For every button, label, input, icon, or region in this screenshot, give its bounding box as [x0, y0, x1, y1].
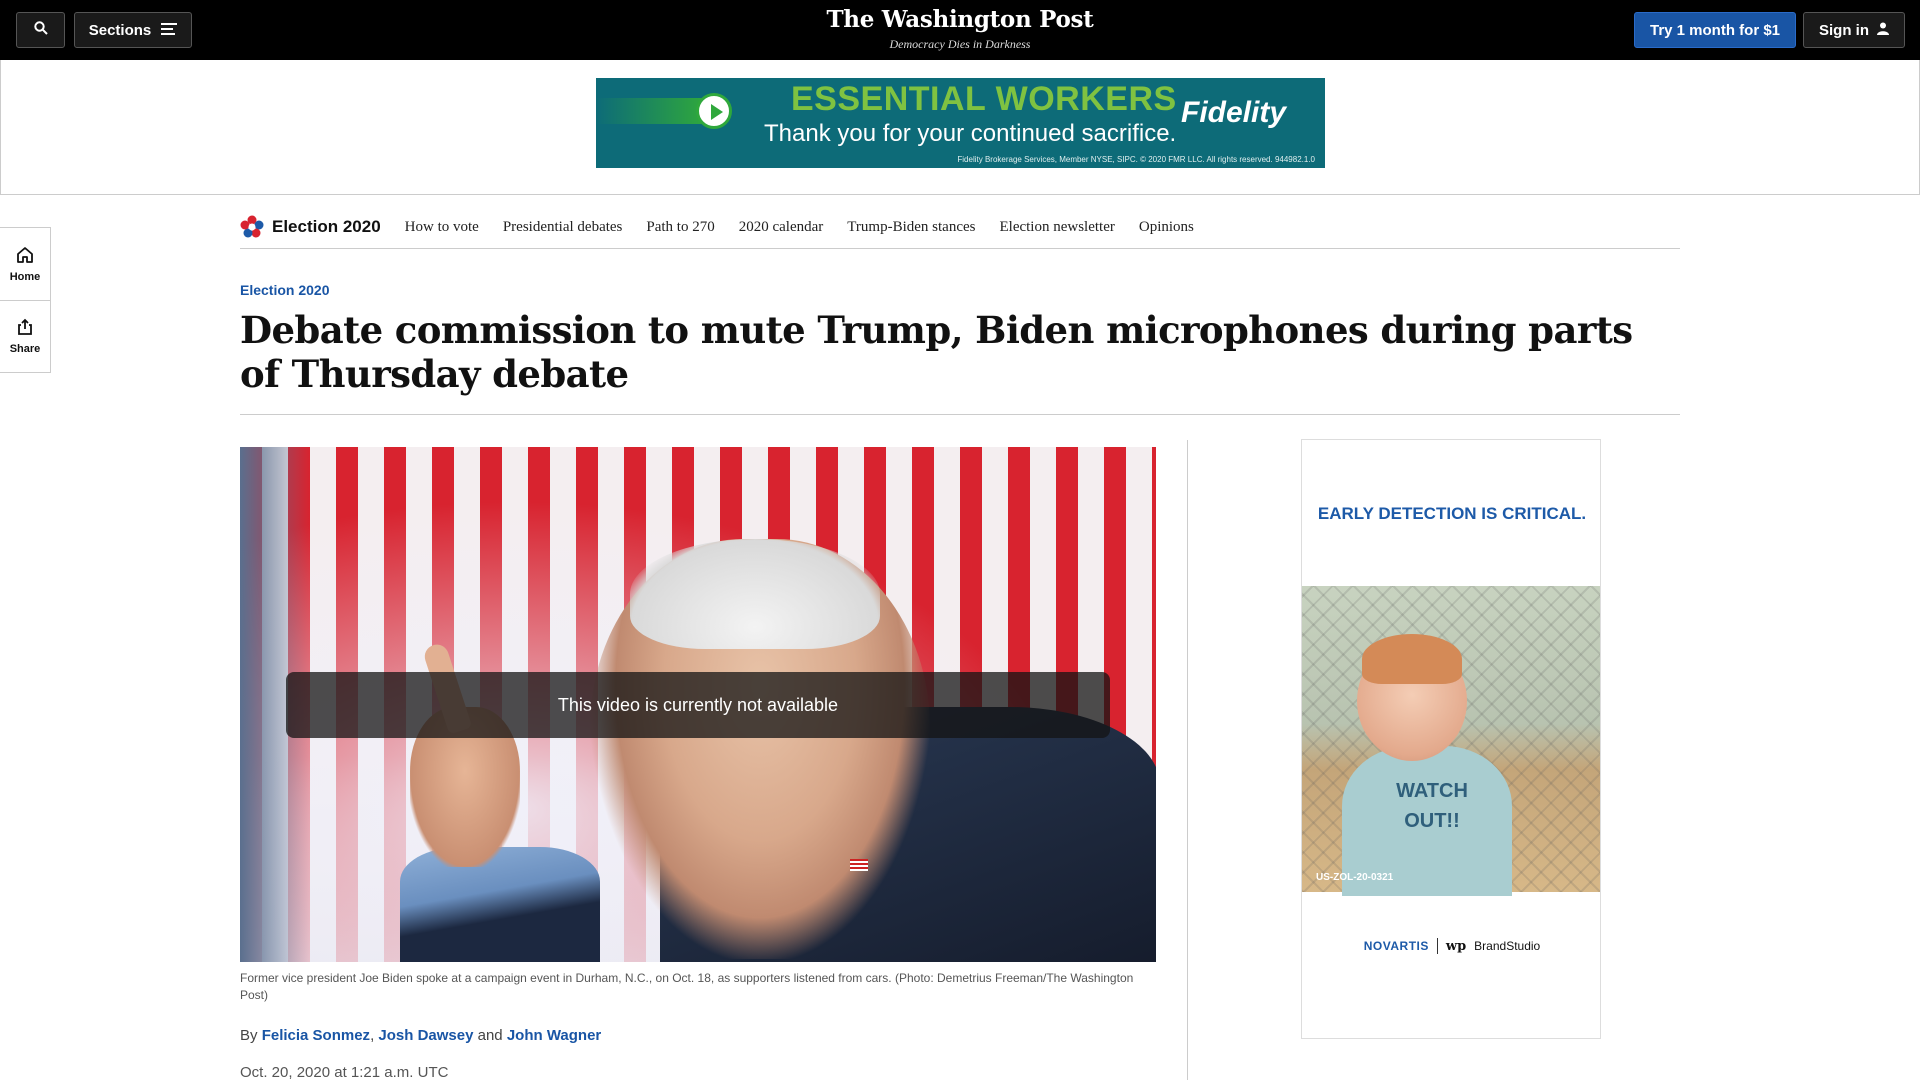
nav-path-to-270[interactable]: Path to 270	[646, 219, 714, 236]
nav-2020-calendar[interactable]: 2020 calendar	[739, 219, 824, 236]
ad-code: US-ZOL-20-0321	[1316, 872, 1394, 883]
headline-divider	[240, 414, 1680, 415]
left-rail: Home Share	[0, 227, 51, 373]
fidelity-logo: Fidelity	[1181, 96, 1287, 129]
ad-child-hair	[1362, 634, 1462, 684]
share-button[interactable]: Share	[0, 300, 50, 372]
author-separator: ,	[370, 1027, 375, 1044]
home-icon	[16, 246, 34, 267]
user-icon	[1877, 22, 1889, 39]
home-label: Home	[9, 270, 41, 283]
election-2020-link[interactable]: Election 2020	[272, 217, 381, 237]
search-icon	[33, 21, 48, 39]
author-link[interactable]: Josh Dawsey	[378, 1027, 473, 1044]
sections-button[interactable]: Sections	[74, 12, 192, 48]
byline-prefix: By	[240, 1027, 258, 1044]
side-ad-photo: WATCH OUT!! US-ZOL-20-0321	[1302, 586, 1600, 896]
author-link[interactable]: Felicia Sonmez	[262, 1027, 370, 1044]
video-player[interactable]: This video is currently not available	[240, 447, 1156, 962]
election-star-icon	[240, 215, 264, 239]
sign-in-label: Sign in	[1819, 21, 1869, 39]
washington-post-logo[interactable]: The Washington Post	[760, 6, 1160, 33]
ad-shirt-text: WATCH OUT!!	[1396, 780, 1468, 832]
ad-green-bar	[596, 98, 706, 124]
search-button[interactable]	[16, 12, 65, 48]
ad-sponsors: NOVARTIS wp BrandStudio	[1302, 938, 1600, 954]
sponsor-divider	[1436, 938, 1438, 954]
fidelity-ad-banner[interactable]: ESSENTIAL WORKERS Thank you for your con…	[596, 78, 1325, 168]
hamburger-menu-icon	[161, 22, 178, 39]
video-caption: Former vice president Joe Biden spoke at…	[240, 971, 1134, 1002]
brandstudio-logo: BrandStudio	[1474, 939, 1541, 953]
share-label: Share	[9, 343, 41, 355]
byline: By Felicia Sonmez, Josh Dawsey and John …	[240, 1027, 601, 1044]
publish-date: Oct. 20, 2020 at 1:21 a.m. UTC	[240, 1064, 449, 1080]
election-subnav: Election 2020 How to vote Presidential d…	[240, 206, 1680, 249]
top-navigation-bar: Sections The Washington Post Democracy D…	[0, 0, 1920, 60]
author-link[interactable]: John Wagner	[507, 1027, 601, 1044]
tagline: Democracy Dies in Darkness	[889, 37, 1031, 51]
ad-fineprint: Fidelity Brokerage Services, Member NYSE…	[957, 155, 1315, 164]
ad-subline: Thank you for your continued sacrifice.	[764, 120, 1177, 147]
share-icon	[16, 318, 34, 339]
novartis-side-ad[interactable]: EARLY DETECTION IS CRITICAL. WATCH OUT!!…	[1301, 439, 1601, 1039]
top-ad-container: ESSENTIAL WORKERS Thank you for your con…	[0, 60, 1920, 195]
nav-election-newsletter[interactable]: Election newsletter	[999, 219, 1114, 236]
flag-pin-icon	[850, 859, 868, 871]
nav-trump-biden-stances[interactable]: Trump-Biden stances	[847, 219, 975, 236]
video-sleeve	[400, 847, 600, 962]
article-kicker[interactable]: Election 2020	[240, 282, 330, 298]
nav-how-to-vote[interactable]: How to vote	[405, 219, 479, 236]
home-button[interactable]: Home	[0, 228, 50, 300]
byline-and: and	[477, 1027, 503, 1044]
novartis-logo: NOVARTIS	[1363, 939, 1429, 953]
arrow-icon	[696, 93, 732, 129]
article-headline: Debate commission to mute Trump, Biden m…	[240, 308, 1633, 396]
wp-logo-icon: wp	[1445, 938, 1467, 954]
subscribe-button[interactable]: Try 1 month for $1	[1634, 12, 1796, 48]
ad-headline: ESSENTIAL WORKERS	[791, 80, 1177, 118]
video-unavailable-message: This video is currently not available	[286, 672, 1110, 738]
nav-opinions[interactable]: Opinions	[1139, 219, 1194, 236]
column-divider	[1187, 440, 1188, 1080]
sections-label: Sections	[88, 21, 152, 39]
side-ad-title: EARLY DETECTION IS CRITICAL.	[1317, 504, 1587, 523]
video-hair	[630, 539, 880, 649]
masthead[interactable]: The Washington Post Democracy Dies in Da…	[760, 6, 1160, 52]
sign-in-button[interactable]: Sign in	[1803, 12, 1905, 48]
nav-presidential-debates[interactable]: Presidential debates	[503, 219, 623, 236]
